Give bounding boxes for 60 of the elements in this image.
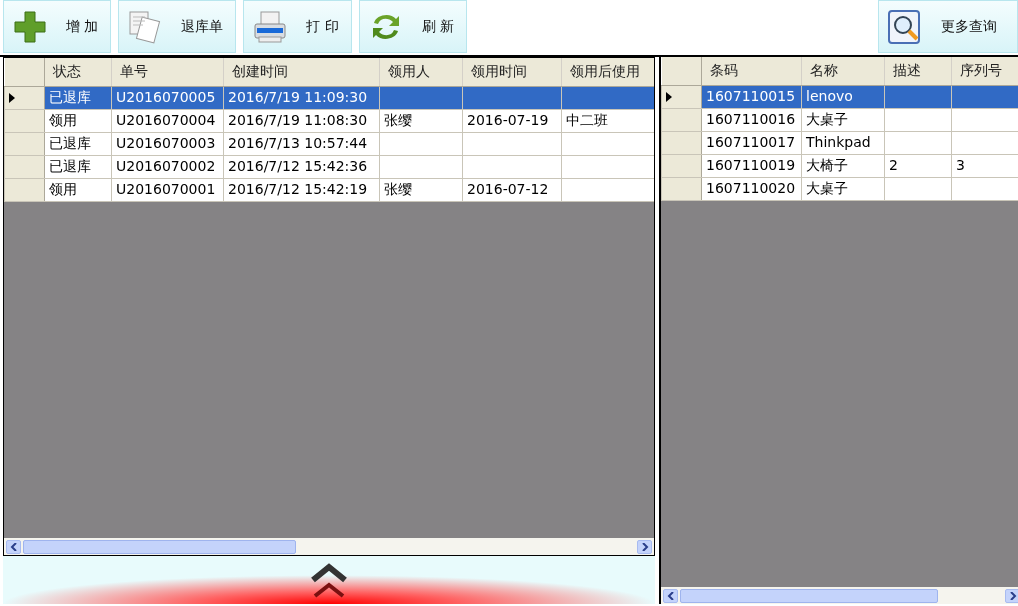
scroll-left-icon[interactable] — [6, 539, 21, 554]
table-cell: 1607110019 — [701, 154, 802, 177]
table-cell: 已退库 — [44, 155, 112, 178]
table-cell: 张缨 — [379, 109, 463, 132]
table-cell: U2016070003 — [111, 132, 224, 155]
column-header[interactable]: 描述 — [884, 57, 952, 85]
table-cell: 领用 — [44, 178, 112, 201]
table-cell: 2016/7/19 11:08:30 — [223, 109, 380, 132]
table-cell: U2016070005 — [111, 86, 224, 109]
column-header[interactable]: 名称 — [801, 57, 885, 85]
column-header[interactable]: 领用后使用 — [561, 58, 654, 86]
table-cell — [884, 108, 952, 131]
table-cell: 张缨 — [379, 178, 463, 201]
printer-icon — [252, 8, 289, 45]
row-pointer-icon — [666, 92, 672, 102]
plus-icon — [12, 8, 48, 45]
column-header[interactable]: 领用人 — [379, 58, 463, 86]
toolbar-button[interactable]: 打 印 — [243, 0, 352, 53]
table-cell: 1607110017 — [701, 131, 802, 154]
toolbar-button[interactable]: 更多查询 — [878, 0, 1018, 53]
table-cell: 大桌子 — [801, 108, 885, 131]
table-cell: 1607110016 — [701, 108, 802, 131]
column-header[interactable]: 状态 — [44, 58, 112, 86]
column-header[interactable]: 单号 — [111, 58, 224, 86]
table-cell: 2016-07-19 — [462, 109, 562, 132]
horizontal-scrollbar[interactable] — [4, 538, 654, 555]
toolbar-button[interactable]: 刷 新 — [358, 0, 468, 53]
table-cell: U2016070004 — [111, 109, 224, 132]
column-header[interactable]: 条码 — [701, 57, 802, 85]
table-cell: U2016070001 — [111, 178, 224, 201]
table-cell: Thinkpad — [801, 131, 885, 154]
table-cell: 2016/7/13 10:57:44 — [223, 132, 380, 155]
column-header[interactable]: 序列号 — [951, 57, 1018, 85]
collapse-bar[interactable] — [3, 556, 655, 604]
table-cell: 大桌子 — [801, 177, 885, 200]
scroll-left-icon[interactable] — [663, 588, 678, 603]
toolbar-button[interactable]: 退库单 — [118, 0, 237, 53]
table-cell: 2016/7/12 15:42:19 — [223, 178, 380, 201]
table-cell: 已退库 — [44, 132, 112, 155]
table-cell: 大椅子 — [801, 154, 885, 177]
double-chevron-icon[interactable] — [310, 562, 348, 600]
column-header[interactable]: 创建时间 — [223, 58, 380, 86]
row-pointer-icon — [9, 93, 15, 103]
search-icon — [887, 8, 923, 45]
table-cell: 2016-07-12 — [462, 178, 562, 201]
table-cell: 2 — [884, 154, 952, 177]
toolbar-button[interactable]: 增 加 — [3, 0, 112, 53]
scroll-right-icon[interactable] — [1005, 588, 1018, 603]
horizontal-scrollbar[interactable] — [661, 587, 1018, 604]
table-cell: 领用 — [44, 109, 112, 132]
column-header[interactable]: 领用时间 — [462, 58, 562, 86]
row-header[interactable] — [661, 85, 702, 108]
table-cell — [884, 131, 952, 154]
row-header[interactable] — [4, 86, 45, 109]
scroll-right-icon[interactable] — [637, 539, 652, 554]
table-cell: 1607110020 — [701, 177, 802, 200]
table-cell — [884, 177, 952, 200]
table-cell: U2016070002 — [111, 155, 224, 178]
table-cell: 2016/7/19 11:09:30 — [223, 86, 380, 109]
table-cell: 2016/7/12 15:42:36 — [223, 155, 380, 178]
